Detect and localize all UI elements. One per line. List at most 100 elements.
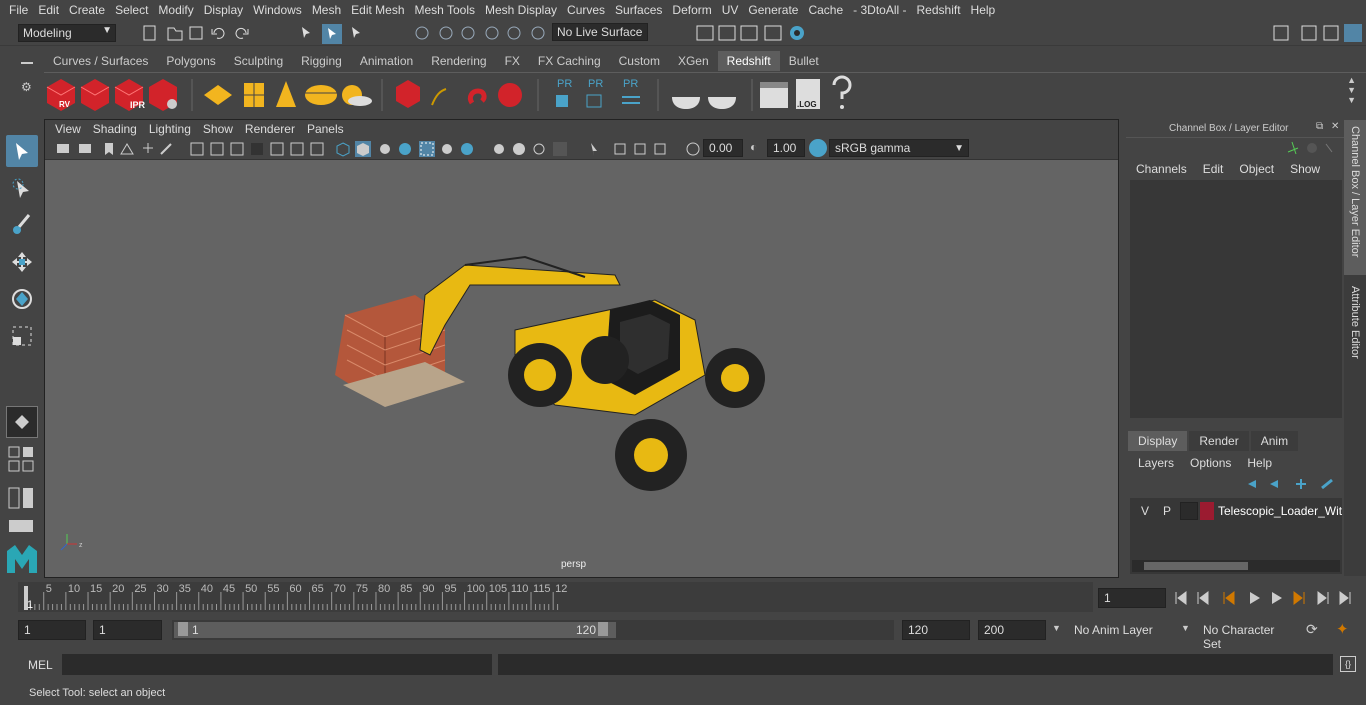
menu-item-18[interactable]: Redshift	[912, 3, 966, 17]
shelf-scroll[interactable]: ▲ ▼ ▼	[1347, 75, 1356, 105]
shelf-options[interactable]: ⚙	[18, 54, 38, 114]
lasso-tool-button[interactable]	[6, 172, 38, 204]
menu-item-8[interactable]: Edit Mesh	[346, 3, 409, 17]
gamma-field[interactable]: 1.00	[767, 139, 805, 157]
rotate-tool-button[interactable]	[6, 283, 38, 315]
scene-start-field[interactable]: 1	[18, 620, 86, 640]
shelf-tab-4[interactable]: Animation	[351, 51, 422, 71]
four-view-layout-button[interactable]	[6, 444, 36, 476]
menu-item-15[interactable]: Generate	[743, 3, 803, 17]
chevron-down-icon[interactable]: ▼	[1052, 623, 1061, 633]
layer-playback-toggle[interactable]: P	[1158, 502, 1176, 520]
menu-item-10[interactable]: Mesh Display	[480, 3, 562, 17]
channel-list[interactable]	[1130, 180, 1342, 418]
viewport-menu-2[interactable]: Lighting	[143, 122, 197, 136]
float-icon[interactable]: ⧉	[1316, 121, 1323, 132]
current-frame-field[interactable]: 1	[1098, 588, 1166, 608]
time-slider-ruler[interactable]: 5 10 15 20 25 30 35 40 45 50 55 60 65 70 75 80 85 90 95 100…	[18, 582, 1093, 612]
workspace-icons[interactable]	[1270, 22, 1366, 44]
select-tool-button[interactable]	[6, 135, 38, 167]
single-perspective-layout-button[interactable]	[6, 406, 38, 438]
viewport-menu-4[interactable]: Renderer	[239, 122, 301, 136]
shelf-tab-1[interactable]: Polygons	[157, 51, 224, 71]
viewport-panel[interactable]: View Shading Lighting Show Renderer Panels 0.…	[44, 119, 1119, 578]
channel-tools[interactable]	[1286, 140, 1336, 156]
shelf-tab-0[interactable]: Curves / Surfaces	[44, 51, 157, 71]
shelf-tab-10[interactable]: Redshift	[717, 51, 780, 71]
range-slider-handle[interactable]	[174, 622, 616, 638]
menu-item-4[interactable]: Modify	[153, 3, 198, 17]
scrollbar-thumb[interactable]	[1144, 562, 1248, 570]
render-tools[interactable]	[695, 23, 815, 45]
chevron-down-icon[interactable]: ▼	[1181, 623, 1190, 633]
layer-display-type[interactable]	[1180, 502, 1198, 520]
time-slider[interactable]: 5 10 15 20 25 30 35 40 45 50 55 60 65 70 75 80 85 90 95 100…	[18, 582, 1093, 612]
shelf-tab-11[interactable]: Bullet	[780, 51, 828, 71]
side-tab-channel-box[interactable]: Channel Box / Layer Editor	[1344, 120, 1366, 275]
playback-controls[interactable]	[1172, 588, 1362, 608]
viewport-menu-5[interactable]: Panels	[301, 122, 350, 136]
file-tools[interactable]	[140, 24, 260, 44]
channel-menu-1[interactable]: Edit	[1203, 162, 1224, 176]
menu-item-17[interactable]: - 3DtoAll -	[848, 3, 911, 17]
layer-scrollbar[interactable]	[1132, 560, 1340, 572]
viewport-menu-1[interactable]: Shading	[87, 122, 143, 136]
menu-item-19[interactable]: Help	[966, 3, 1001, 17]
live-surface-field[interactable]: No Live Surface	[552, 23, 648, 41]
shelf-tab-6[interactable]: FX	[496, 51, 529, 71]
shelf-tab-5[interactable]: Rendering	[422, 51, 495, 71]
mode-selector[interactable]: Modeling ▼	[18, 24, 116, 42]
close-icon[interactable]: ✕	[1331, 121, 1339, 132]
menu-item-7[interactable]: Mesh	[307, 3, 346, 17]
channel-menu-2[interactable]: Object	[1239, 162, 1274, 176]
layer-visibility-toggle[interactable]: V	[1136, 502, 1154, 520]
menu-item-3[interactable]: Select	[110, 3, 153, 17]
color-space-select[interactable]: sRGB gamma ▼	[829, 139, 969, 157]
menu-item-9[interactable]: Mesh Tools	[410, 3, 480, 17]
scale-tool-button[interactable]	[6, 320, 38, 352]
paint-select-tool-button[interactable]	[6, 208, 38, 240]
selection-mask-tools[interactable]	[296, 23, 376, 45]
color-management-icon[interactable]	[809, 139, 827, 157]
menu-item-0[interactable]: File	[4, 3, 33, 17]
move-tool-button[interactable]	[6, 246, 38, 278]
viewport-menu-3[interactable]: Show	[197, 122, 239, 136]
shelf-tab-2[interactable]: Sculpting	[225, 51, 292, 71]
layer-menu-0[interactable]: Layers	[1138, 456, 1174, 470]
range-slider[interactable]: 1 120	[172, 620, 894, 640]
layer-tools[interactable]	[1244, 476, 1340, 492]
command-input[interactable]	[62, 654, 492, 675]
anim-layer-select[interactable]: No Anim Layer	[1068, 620, 1176, 640]
layer-tab-0[interactable]: Display	[1128, 431, 1188, 451]
menu-item-2[interactable]: Create	[64, 3, 110, 17]
layer-color-swatch[interactable]	[1200, 502, 1214, 520]
layer-tab-1[interactable]: Render	[1189, 431, 1249, 451]
menu-item-16[interactable]: Cache	[803, 3, 848, 17]
script-editor-icon[interactable]: {}	[1340, 656, 1356, 672]
graph-layout-button[interactable]	[6, 516, 36, 536]
menu-item-6[interactable]: Windows	[248, 3, 307, 17]
shelf-tab-8[interactable]: Custom	[610, 51, 669, 71]
outliner-layout-button[interactable]	[6, 482, 36, 514]
auto-key-icon[interactable]: ⟳	[1306, 621, 1318, 638]
playback-end-field[interactable]: 120	[902, 620, 970, 640]
channel-menu-0[interactable]: Channels	[1136, 162, 1187, 176]
layer-menu-2[interactable]: Help	[1247, 456, 1272, 470]
scene-end-field[interactable]: 200	[978, 620, 1046, 640]
menu-item-1[interactable]: Edit	[33, 3, 64, 17]
snap-tools[interactable]	[410, 23, 550, 45]
shelf-tab-9[interactable]: XGen	[669, 51, 718, 71]
range-end-grip[interactable]	[598, 622, 608, 636]
channel-menu-3[interactable]: Show	[1290, 162, 1320, 176]
mel-label[interactable]: MEL	[28, 658, 53, 672]
shelf-tab-3[interactable]: Rigging	[292, 51, 351, 71]
menu-item-12[interactable]: Surfaces	[610, 3, 667, 17]
menu-item-5[interactable]: Display	[199, 3, 248, 17]
preferences-icon[interactable]: ✦	[1336, 620, 1349, 638]
layer-tab-2[interactable]: Anim	[1250, 431, 1299, 451]
layer-row[interactable]: V P Telescopic_Loader_With	[1132, 501, 1342, 521]
shelf-tab-7[interactable]: FX Caching	[529, 51, 610, 71]
viewport-toolbar-icons[interactable]	[55, 140, 725, 158]
menu-item-11[interactable]: Curves	[562, 3, 610, 17]
menu-item-14[interactable]: UV	[717, 3, 744, 17]
